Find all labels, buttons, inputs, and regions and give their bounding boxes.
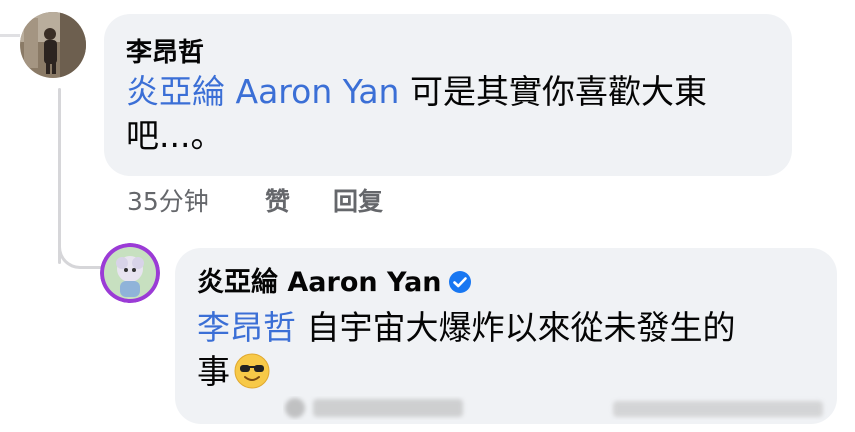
comment-text-line2: 事 [197, 352, 230, 391]
thread-connector-stub [0, 34, 20, 37]
comment-timestamp[interactable]: 35分钟 [127, 182, 209, 218]
watermark-overlay [285, 398, 823, 418]
verified-badge-icon [448, 270, 472, 294]
comment-author[interactable]: 李昂哲 [126, 32, 204, 69]
comment-text-line1: 自宇宙大爆炸以來從未發生的 [296, 308, 736, 347]
like-button[interactable]: 赞 [265, 182, 290, 218]
comment-text-line2: 吧...。 [126, 116, 224, 155]
comment-text-line1: 可是其實你喜歡大東 [399, 72, 707, 111]
comment-author: 炎亞綸 Aaron Yan [197, 260, 472, 299]
comment-bubble-1: 李昂哲 炎亞綸 Aaron Yan 可是其實你喜歡大東 吧...。 [104, 14, 792, 176]
avatar-aaron-yan[interactable] [100, 243, 160, 303]
comment-text: 炎亞綸 Aaron Yan 可是其實你喜歡大東 吧...。 [126, 70, 707, 158]
reply-button[interactable]: 回复 [333, 182, 383, 218]
thread-reply-curve [58, 226, 105, 269]
comment-text: 李昂哲 自宇宙大爆炸以來從未發生的 事 [197, 306, 736, 394]
comment-author-name[interactable]: 炎亞綸 Aaron Yan [197, 267, 442, 298]
mention-link[interactable]: 李昂哲 [197, 308, 296, 347]
mention-link[interactable]: 炎亞綸 Aaron Yan [126, 72, 399, 111]
sunglasses-emoji-icon [234, 353, 270, 389]
avatar-li-angzhe[interactable] [20, 12, 86, 78]
